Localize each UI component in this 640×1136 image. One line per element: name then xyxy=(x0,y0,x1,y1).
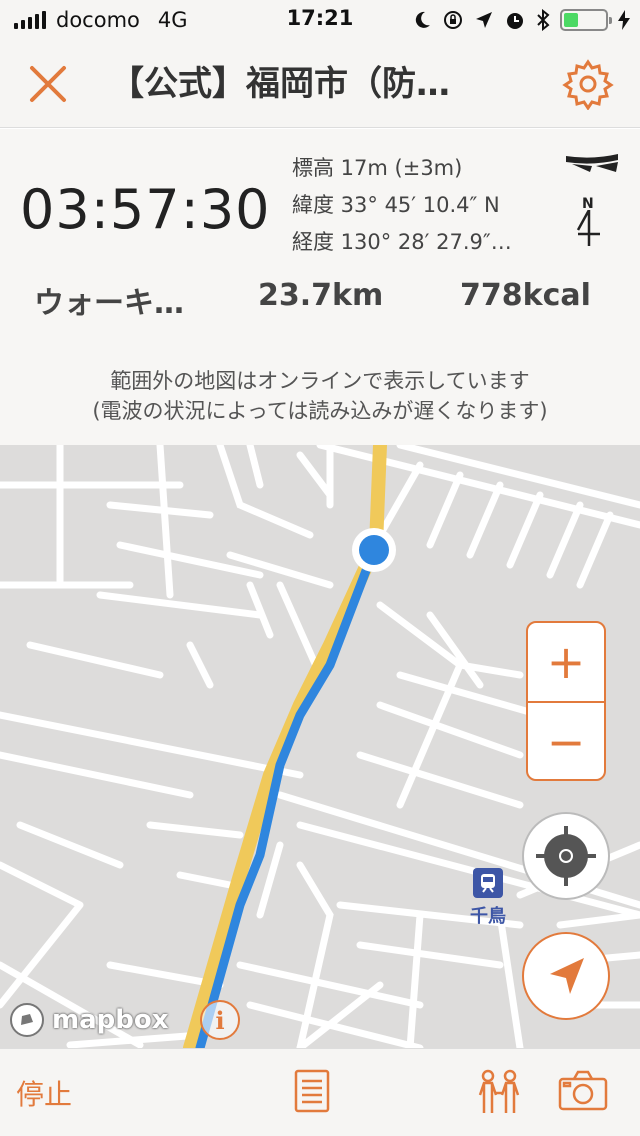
settings-button[interactable] xyxy=(562,58,614,111)
zoom-in-button[interactable]: + xyxy=(528,623,604,701)
activity-type[interactable]: ウォーキ… xyxy=(34,278,184,322)
mapbox-logo-icon xyxy=(10,1003,44,1037)
camera-icon xyxy=(558,1070,608,1111)
bluetooth-icon xyxy=(537,9,550,31)
charging-icon xyxy=(618,10,630,30)
train-station-icon xyxy=(473,868,503,898)
navigation-mode-button[interactable] xyxy=(522,932,610,1020)
offline-map-notice: 範囲外の地図はオンラインで表示しています (電波の状況によっては読み込みが遅くな… xyxy=(0,366,640,426)
moon-icon xyxy=(415,11,430,28)
longitude-text: 経度 130° 28′ 27.9″… xyxy=(292,230,512,254)
coordinates-block: 標高 17m (±3m) 緯度 33° 45′ 10.4″ N 経度 130° … xyxy=(292,150,552,261)
calories-value: 778kcal xyxy=(460,278,591,313)
station-marker[interactable]: 千鳥 xyxy=(458,868,518,928)
zoom-control: + − xyxy=(526,621,606,781)
gear-icon xyxy=(562,59,614,111)
navigation-arrow-icon xyxy=(550,958,584,994)
mapbox-text: mapbox xyxy=(52,1005,169,1035)
elevation-text: 標高 17m (±3m) xyxy=(292,156,463,180)
stats-row: ウォーキ… 23.7km 778kcal xyxy=(0,278,640,322)
rotation-lock-icon xyxy=(444,11,462,29)
bottom-toolbar: 停止 xyxy=(0,1048,640,1136)
mapbox-attribution[interactable]: mapbox xyxy=(8,1000,169,1040)
compass-arrow-icon xyxy=(576,210,600,246)
alarm-icon xyxy=(507,13,523,29)
status-bar: docomo 4G 17:21 xyxy=(0,0,640,40)
zoom-out-button[interactable]: − xyxy=(528,703,604,781)
latitude-text: 緯度 33° 45′ 10.4″ N xyxy=(292,193,500,217)
close-button[interactable] xyxy=(22,58,74,110)
people-icon xyxy=(478,1069,520,1113)
log-list-button[interactable] xyxy=(294,1069,330,1117)
station-label: 千鳥 xyxy=(470,906,506,927)
location-arrow-icon xyxy=(476,12,492,28)
distance-value: 23.7km xyxy=(258,278,384,313)
nav-bar: 【公式】福岡市（防… xyxy=(0,40,640,128)
elapsed-time: 03:57:30 xyxy=(20,178,271,241)
gps-signal-icon xyxy=(566,154,618,172)
close-icon xyxy=(30,66,66,102)
page-title: 【公式】福岡市（防… xyxy=(110,64,450,104)
crosshair-icon xyxy=(536,826,596,886)
notice-line-2: (電波の状況によっては読み込みが遅くなります) xyxy=(92,399,548,423)
status-right xyxy=(412,6,630,34)
compass: N xyxy=(558,150,626,250)
recenter-button[interactable] xyxy=(522,812,610,900)
camera-button[interactable] xyxy=(558,1069,608,1117)
members-button[interactable] xyxy=(474,1069,524,1119)
notice-line-1: 範囲外の地図はオンラインで表示しています xyxy=(110,369,530,393)
battery-icon xyxy=(560,9,612,31)
list-icon xyxy=(294,1069,330,1113)
map-info-button[interactable]: i xyxy=(200,1000,240,1040)
stop-button[interactable]: 停止 xyxy=(16,1073,72,1113)
